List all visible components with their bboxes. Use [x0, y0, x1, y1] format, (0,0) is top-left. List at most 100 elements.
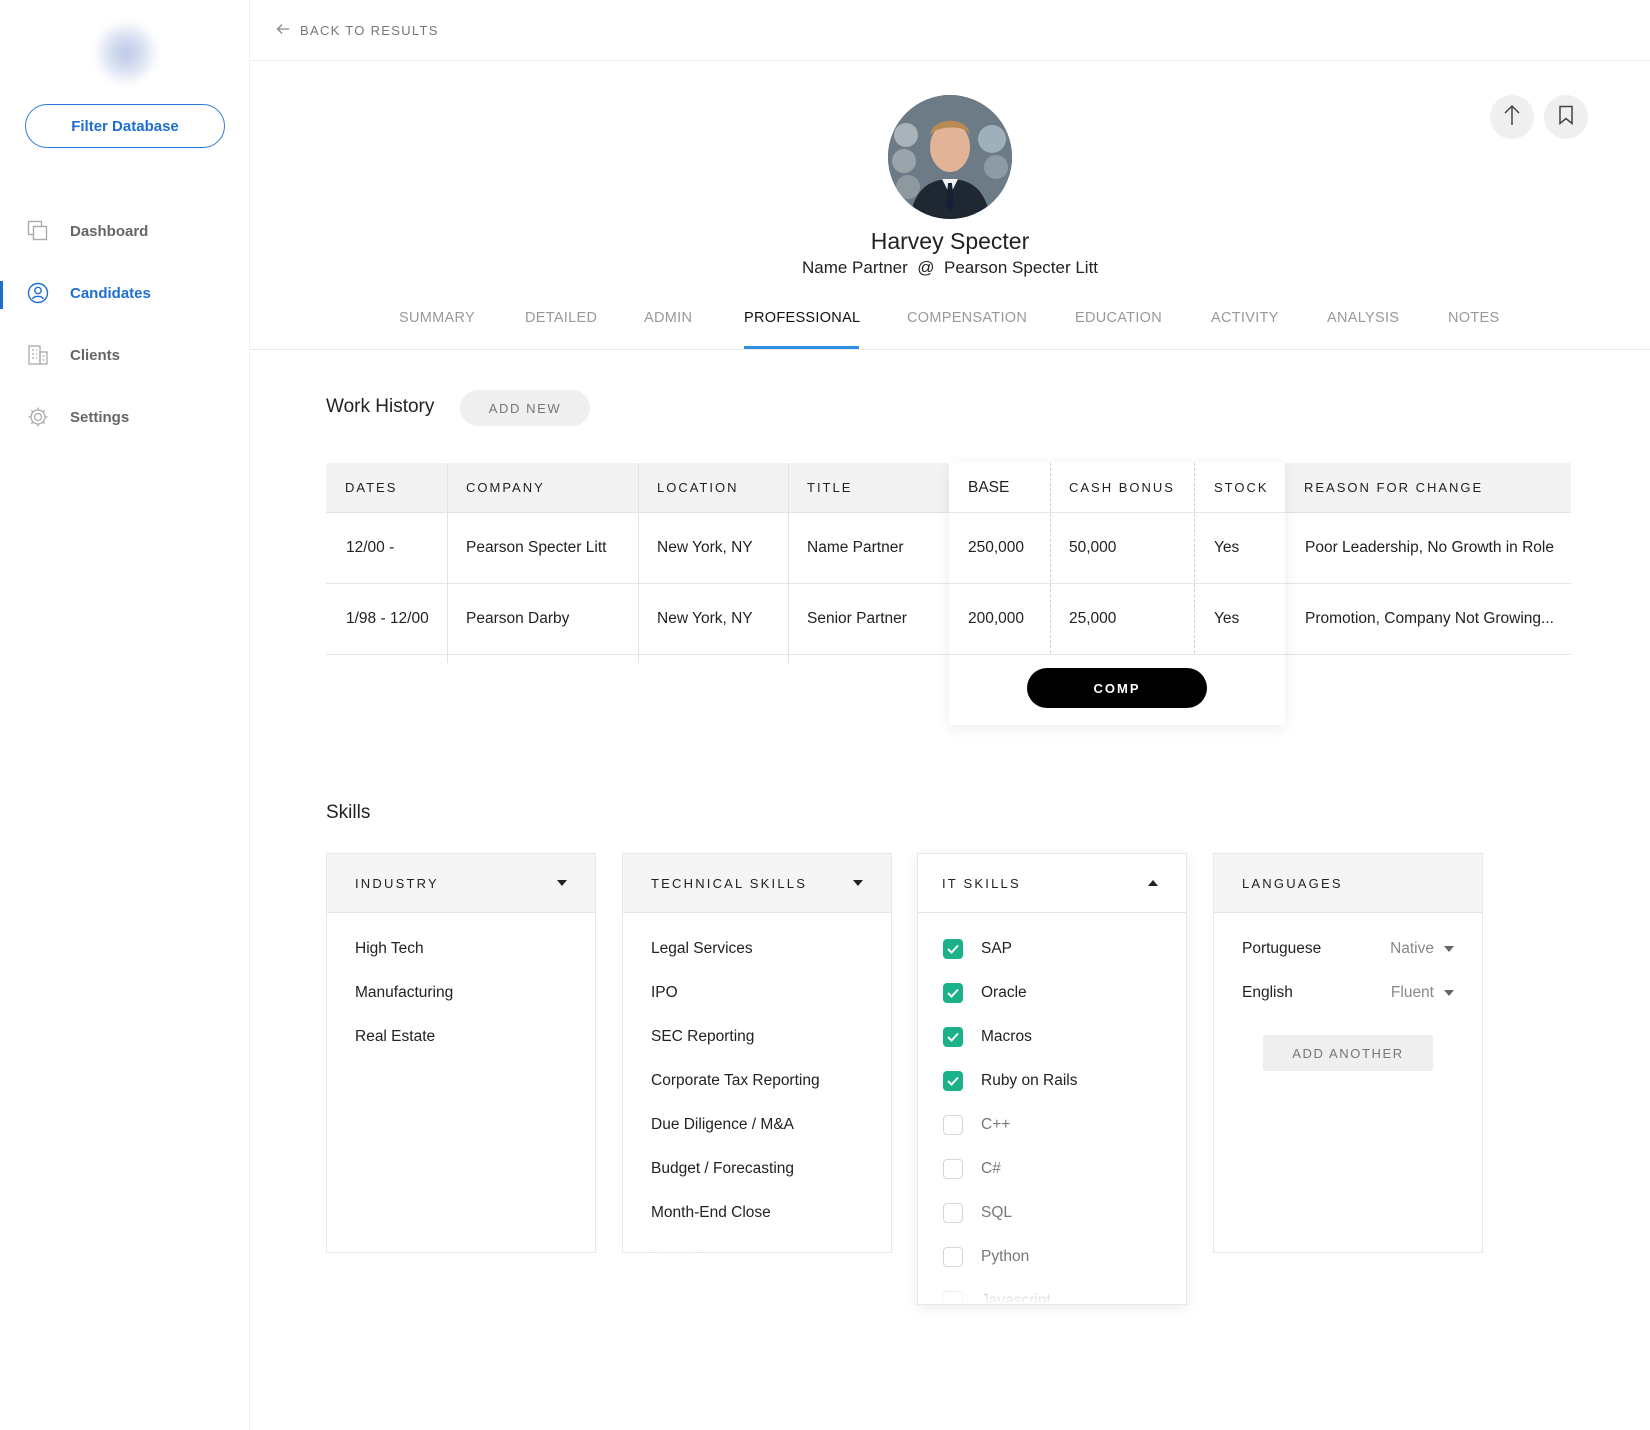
- column-header[interactable]: DATES: [345, 463, 397, 512]
- top-bar: BACK TO RESULTS: [250, 0, 1650, 61]
- technical-skills-dropdown[interactable]: TECHNICAL SKILLS: [623, 854, 891, 913]
- logo[interactable]: [95, 22, 157, 84]
- add-new-button[interactable]: ADD NEW: [460, 390, 590, 426]
- checkbox-item[interactable]: SAP: [943, 927, 1158, 971]
- list-item[interactable]: Legal Services: [651, 927, 863, 971]
- building-icon: [26, 343, 50, 367]
- cell-company: Pearson Darby: [466, 610, 570, 627]
- column-header[interactable]: BASE: [968, 463, 1009, 512]
- cell-title: Name Partner: [807, 539, 904, 556]
- languages-list: Portuguese Native English Fluent ADD ANO…: [1214, 913, 1482, 1071]
- checkbox-item[interactable]: Ruby on Rails: [943, 1059, 1158, 1103]
- it-skills-card: IT SKILLS SAP Oracle Macros Ruby on Rail…: [917, 853, 1187, 1305]
- checkbox-checked[interactable]: [943, 939, 963, 959]
- checkbox-item[interactable]: C#: [943, 1147, 1158, 1191]
- list-item[interactable]: Due Diligence / M&A: [651, 1103, 863, 1147]
- checkbox-unchecked[interactable]: [943, 1247, 963, 1267]
- checkbox-label: SQL: [981, 1204, 1013, 1221]
- checkbox-item[interactable]: Javascript: [943, 1279, 1158, 1304]
- list-item[interactable]: Real Estate: [355, 1015, 567, 1059]
- checkbox-item[interactable]: C++: [943, 1103, 1158, 1147]
- list-item[interactable]: SEC Reporting: [651, 1015, 863, 1059]
- tab-summary[interactable]: SUMMARY: [399, 310, 475, 326]
- checkbox-unchecked[interactable]: [943, 1115, 963, 1135]
- language-level-select[interactable]: Fluent: [1391, 984, 1454, 1002]
- language-name: Portuguese: [1242, 940, 1322, 957]
- it-skills-dropdown[interactable]: IT SKILLS: [918, 854, 1186, 913]
- tab-detailed[interactable]: DETAILED: [525, 310, 597, 326]
- column-header[interactable]: CASH BONUS: [1069, 463, 1175, 512]
- comp-row[interactable]: 200,000 25,000 Yes: [949, 584, 1285, 655]
- at-symbol: @: [917, 258, 935, 277]
- checkbox-label: C#: [981, 1160, 1001, 1177]
- tab-analysis[interactable]: ANALYSIS: [1327, 310, 1399, 326]
- tab-admin[interactable]: ADMIN: [644, 310, 692, 326]
- languages-header: LANGUAGES: [1242, 875, 1343, 891]
- list-item[interactable]: IPO: [651, 971, 863, 1015]
- checkbox-label: SAP: [981, 940, 1013, 957]
- column-header[interactable]: LOCATION: [657, 463, 739, 512]
- tab-compensation[interactable]: COMPENSATION: [907, 310, 1027, 326]
- comp-row[interactable]: 250,000 50,000 Yes: [949, 513, 1285, 584]
- checkbox-checked[interactable]: [943, 983, 963, 1003]
- sidebar-item-label: Candidates: [70, 284, 151, 302]
- checkbox-checked[interactable]: [943, 1071, 963, 1091]
- candidate-subtitle: Name Partner @ Pearson Specter Litt: [650, 258, 1250, 278]
- chevron-up-icon: [1148, 880, 1158, 886]
- industry-dropdown[interactable]: INDUSTRY: [327, 854, 595, 913]
- tab-education[interactable]: EDUCATION: [1075, 310, 1162, 326]
- list-item[interactable]: Corporate Tax Reporting: [651, 1059, 863, 1103]
- sidebar-item-clients[interactable]: Clients: [0, 324, 250, 386]
- technical-skills-list: Legal Services IPO SEC Reporting Corpora…: [623, 913, 891, 1252]
- checkbox-unchecked[interactable]: [943, 1159, 963, 1179]
- cell-reason: Promotion, Company Not Growing...: [1305, 610, 1554, 627]
- candidate-name: Harvey Specter: [870, 228, 1030, 254]
- cell-dates: 1/98 - 12/00: [346, 610, 429, 627]
- share-button[interactable]: [1490, 95, 1534, 139]
- chevron-down-icon: [557, 880, 567, 886]
- sidebar-item-label: Clients: [70, 346, 121, 364]
- checkbox-label: Javascript: [981, 1292, 1051, 1304]
- industry-header: INDUSTRY: [355, 875, 439, 891]
- list-item[interactable]: Month-End Close: [651, 1191, 863, 1235]
- sidebar-item-dashboard[interactable]: Dashboard: [0, 200, 250, 262]
- checkbox-item[interactable]: Macros: [943, 1015, 1158, 1059]
- checkbox-unchecked[interactable]: [943, 1203, 963, 1223]
- add-another-button[interactable]: ADD ANOTHER: [1263, 1035, 1433, 1071]
- list-item[interactable]: Manufacturing: [355, 971, 567, 1015]
- list-item[interactable]: Budget / Forecasting: [651, 1147, 863, 1191]
- comp-button[interactable]: COMP: [1027, 668, 1207, 708]
- tab-activity[interactable]: ACTIVITY: [1211, 310, 1279, 326]
- column-header[interactable]: TITLE: [807, 463, 852, 512]
- filter-database-button[interactable]: Filter Database: [25, 104, 225, 148]
- chevron-down-icon: [1444, 946, 1454, 952]
- tab-notes[interactable]: NOTES: [1448, 310, 1499, 326]
- checkbox-item[interactable]: Python: [943, 1235, 1158, 1279]
- sidebar-item-settings[interactable]: Settings: [0, 386, 250, 448]
- candidate-company[interactable]: Pearson Specter Litt: [944, 258, 1098, 277]
- list-item[interactable]: High Tech: [355, 927, 567, 971]
- checkbox-checked[interactable]: [943, 1027, 963, 1047]
- cell-dates: 12/00 -: [346, 539, 395, 556]
- bookmark-icon: [1558, 105, 1574, 130]
- gear-icon: [26, 405, 50, 429]
- cell-location: New York, NY: [657, 539, 753, 556]
- tab-professional[interactable]: PROFESSIONAL: [744, 310, 860, 326]
- checkbox-unchecked[interactable]: [943, 1291, 963, 1304]
- sidebar-item-candidates[interactable]: Candidates: [0, 262, 250, 324]
- languages-card: LANGUAGES Portuguese Native English Flue…: [1213, 853, 1483, 1253]
- languages-header-bar: LANGUAGES: [1214, 854, 1482, 913]
- checkbox-item[interactable]: SQL: [943, 1191, 1158, 1235]
- column-header[interactable]: REASON FOR CHANGE: [1304, 463, 1483, 512]
- arrow-up-icon: [1503, 104, 1521, 131]
- column-header[interactable]: COMPANY: [466, 463, 545, 512]
- language-level-select[interactable]: Native: [1390, 940, 1454, 958]
- bookmark-button[interactable]: [1544, 95, 1588, 139]
- language-name: English: [1242, 984, 1293, 1001]
- column-header[interactable]: STOCK: [1214, 463, 1269, 512]
- back-to-results-link[interactable]: BACK TO RESULTS: [276, 23, 439, 38]
- checkbox-item[interactable]: Oracle: [943, 971, 1158, 1015]
- cell-title: Senior Partner: [807, 610, 907, 627]
- list-item[interactable]: Board Governance: [651, 1235, 863, 1252]
- cell-base: 200,000: [968, 610, 1025, 627]
